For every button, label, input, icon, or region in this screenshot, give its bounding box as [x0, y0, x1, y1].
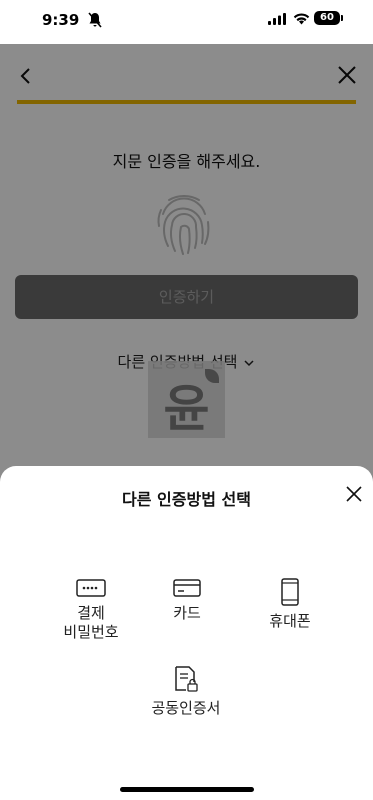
battery-indicator: 60	[314, 11, 340, 25]
status-bar: 9:39 60	[0, 0, 373, 44]
battery-cap	[341, 15, 343, 21]
option-joint-certificate[interactable]: 공동인증서	[136, 665, 236, 718]
password-icon	[76, 579, 106, 597]
auth-method-sheet: 다른 인증방법 선택 결제 비밀번호 카드 휴대폰 공동인증서	[0, 466, 373, 800]
certificate-icon	[175, 666, 198, 692]
cellular-signal-icon	[268, 13, 286, 25]
card-icon	[173, 579, 201, 597]
option-card[interactable]: 카드	[142, 578, 232, 623]
wifi-icon	[293, 13, 310, 25]
option-label: 휴대폰	[269, 612, 311, 630]
status-time: 9:39	[42, 11, 80, 29]
option-label: 카드	[173, 604, 201, 622]
option-label-line2: 비밀번호	[63, 623, 119, 641]
phone-icon	[281, 578, 299, 606]
silent-bell-icon	[88, 12, 102, 28]
option-phone[interactable]: 휴대폰	[245, 578, 335, 631]
option-label: 공동인증서	[151, 699, 221, 717]
sheet-title: 다른 인증방법 선택	[122, 490, 251, 509]
option-payment-password[interactable]: 결제 비밀번호	[46, 578, 136, 642]
option-label-line1: 결제	[77, 604, 105, 622]
close-icon[interactable]	[345, 485, 363, 503]
home-indicator	[120, 787, 254, 792]
